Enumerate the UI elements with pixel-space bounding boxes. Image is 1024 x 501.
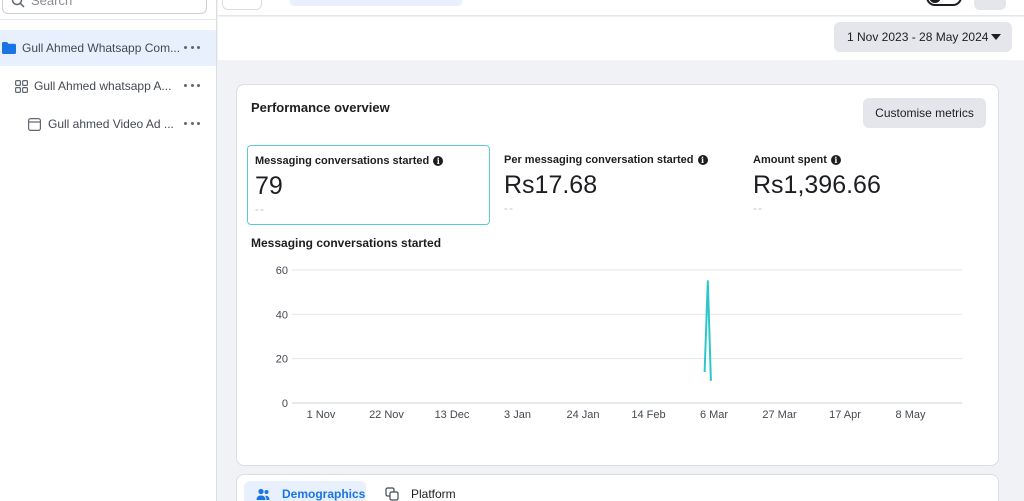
metric-label: Per messaging conversation started [504, 154, 694, 166]
customise-metrics-button[interactable]: Customise metrics [863, 98, 986, 128]
tree-item-ad[interactable]: Gull ahmed Video Ad ... [0, 106, 216, 142]
info-icon[interactable]: i [830, 155, 841, 165]
search-input[interactable]: Search [2, 0, 207, 14]
tree-item-label: Gull Ahmed whatsapp A... [34, 79, 172, 93]
toolbar-button[interactable] [974, 0, 1006, 10]
grid-icon [14, 79, 28, 93]
search-placeholder: Search [31, 0, 73, 8]
metric-compare: -- [504, 201, 514, 215]
ad-icon [27, 117, 41, 131]
caret-down-icon [991, 34, 1001, 40]
metric-label: Amount spent [753, 154, 827, 166]
metric-value: Rs17.68 [504, 171, 598, 199]
y-tick-label: 20 [276, 354, 288, 366]
x-tick-label: 1 Nov [307, 409, 336, 421]
platform-icon [385, 487, 399, 501]
metric-cost-per-conversation[interactable]: Per messaging conversation started i Rs1… [497, 145, 737, 225]
performance-overview-card: Performance overview Customise metrics M… [236, 84, 999, 466]
view-toggle[interactable] [926, 0, 962, 6]
folder-icon [2, 41, 16, 55]
tab-label: Platform [411, 487, 456, 501]
y-tick-label: 60 [276, 265, 288, 277]
y-tick-label: 0 [282, 398, 288, 410]
tab-label: Demographics [282, 487, 366, 501]
metric-label-wrap: Messaging conversations started i [255, 155, 444, 167]
x-tick-label: 17 Apr [829, 409, 861, 421]
metric-compare: -- [753, 201, 763, 215]
search-icon [11, 0, 25, 8]
sidebar-divider [0, 19, 217, 20]
conversations-line-chart: 0 20 40 60 1 Nov 22 Nov 13 Dec 3 Jan 24 Jan 14 Fe… [276, 265, 962, 421]
tree-item-adset[interactable]: Gull Ahmed whatsapp A... [0, 68, 216, 104]
metric-compare: -- [255, 202, 265, 216]
series-line [703, 280, 712, 381]
chart-title: Messaging conversations started [251, 236, 442, 250]
date-bar: 1 Nov 2023 - 28 May 2024 [218, 17, 1024, 60]
metric-label-wrap: Per messaging conversation started i [504, 154, 708, 166]
x-tick-label: 6 Mar [700, 409, 728, 421]
toggle-panel-button[interactable] [222, 0, 262, 10]
x-tick-label: 13 Dec [435, 409, 470, 421]
top-toolbar [218, 0, 1024, 16]
x-tick-label: 24 Jan [566, 409, 599, 421]
info-icon[interactable]: i [433, 156, 444, 166]
breakdown-tabs: Demographics Platform [236, 474, 999, 501]
people-icon [256, 487, 270, 501]
more-options-icon[interactable] [184, 41, 200, 53]
tree-item-label: Gull Ahmed Whatsapp Com... [22, 41, 181, 55]
tab-demographics[interactable]: Demographics [244, 481, 366, 501]
info-icon[interactable]: i [697, 155, 708, 165]
metric-label: Messaging conversations started [255, 155, 430, 167]
tree-item-label: Gull ahmed Video Ad ... [48, 117, 174, 131]
more-options-icon[interactable] [184, 117, 200, 129]
x-tick-label: 8 May [896, 409, 926, 421]
tree-item-campaign[interactable]: Gull Ahmed Whatsapp Com... [0, 30, 216, 66]
tab-platform[interactable]: Platform [383, 481, 483, 501]
sidebar: Search Gull Ahmed Whatsapp Com... Gull A… [0, 0, 217, 501]
x-tick-label: 14 Feb [631, 409, 665, 421]
card-title: Performance overview [251, 100, 390, 115]
date-range-select[interactable]: 1 Nov 2023 - 28 May 2024 [834, 22, 1012, 52]
more-options-icon[interactable] [184, 79, 200, 91]
metric-label-wrap: Amount spent i [753, 154, 841, 166]
metric-value: Rs1,396.66 [753, 171, 881, 199]
y-tick-label: 40 [276, 309, 288, 321]
metric-value: 79 [255, 172, 283, 200]
x-tick-label: 27 Mar [762, 409, 797, 421]
x-tick-label: 3 Jan [504, 409, 531, 421]
date-range-label: 1 Nov 2023 - 28 May 2024 [847, 30, 989, 44]
metric-amount-spent[interactable]: Amount spent i Rs1,396.66 -- [746, 145, 986, 225]
x-tick-label: 22 Nov [369, 409, 404, 421]
breadcrumb-campaign[interactable] [290, 0, 462, 6]
metric-conversations[interactable]: Messaging conversations started i 79 -- [247, 145, 490, 225]
